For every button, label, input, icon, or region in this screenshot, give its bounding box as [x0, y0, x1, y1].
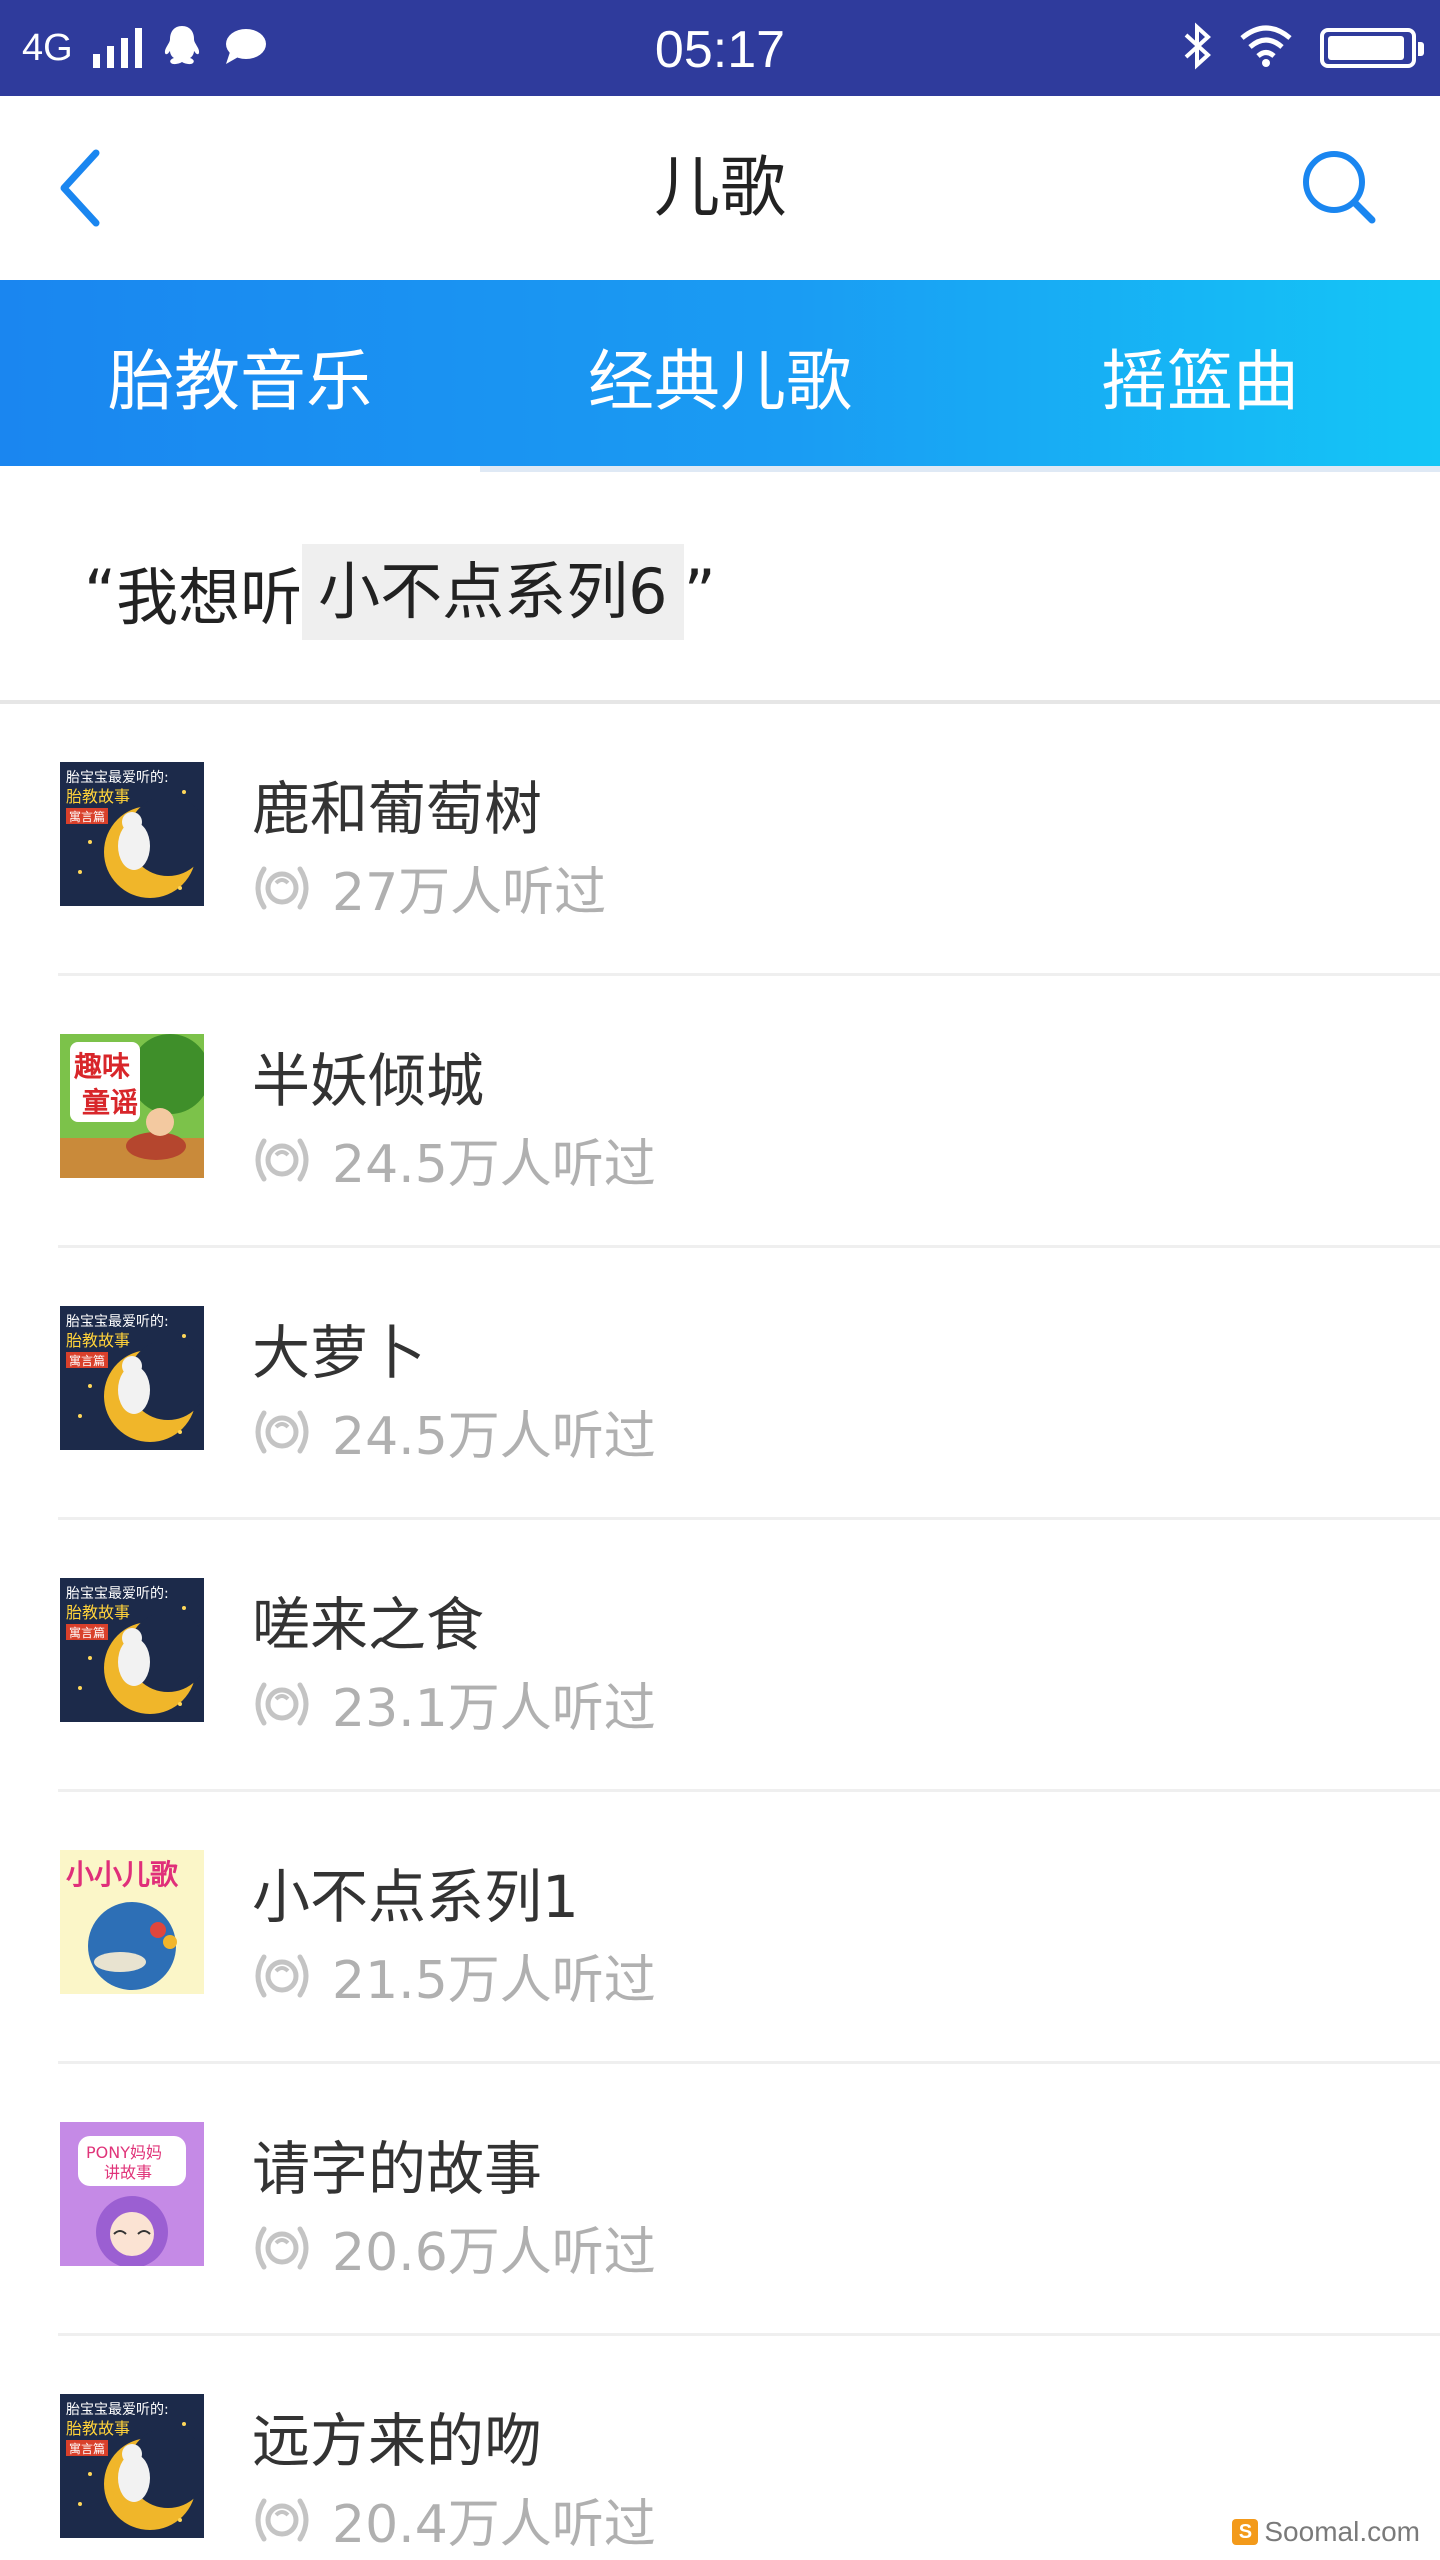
- play-count-label: 23.1万人听过: [332, 1679, 656, 1739]
- song-title: 小不点系列1: [252, 1863, 579, 1931]
- song-list-item[interactable]: 趣味 童谣 半妖倾城 24.5万人听过: [0, 976, 1440, 1248]
- soomal-logo-icon: S: [1232, 2519, 1259, 2545]
- play-count: 20.4万人听过: [250, 2482, 656, 2557]
- cover-text-line2: 讲故事: [104, 2163, 152, 2182]
- hint-open-quote: “: [84, 555, 117, 629]
- play-count: 23.1万人听过: [250, 1666, 656, 1741]
- song-title: 远方来的吻: [252, 2407, 543, 2475]
- listen-count-icon: [255, 2498, 309, 2541]
- cover-text-tag: 寓言篇: [69, 2441, 105, 2456]
- song-cover-image: 胎宝宝最爱听的: 胎教故事 寓言篇: [60, 1578, 204, 1722]
- category-tabs: 胎教音乐 经典儿歌 摇篮曲: [0, 280, 1440, 472]
- cover-text-line1: PONY妈妈: [86, 2143, 162, 2162]
- listen-count-icon: [255, 1410, 309, 1453]
- tab-label: 胎教音乐: [108, 343, 372, 420]
- cover-text-line2: 胎教故事: [66, 1603, 130, 1622]
- play-count-label: 24.5万人听过: [332, 1135, 656, 1195]
- play-count-label: 20.6万人听过: [332, 2223, 656, 2283]
- status-right: [1182, 0, 1424, 96]
- hint-prefix: 我想听: [116, 561, 303, 634]
- app-header: 儿歌: [0, 96, 1440, 280]
- song-list-item[interactable]: 胎宝宝最爱听的: 胎教故事 寓言篇 鹿和葡萄树 27万人听过: [0, 704, 1440, 976]
- play-count-label: 20.4万人听过: [332, 2495, 656, 2555]
- song-list-item[interactable]: 胎宝宝最爱听的: 胎教故事 寓言篇 嗟来之食 23.1万人听过: [0, 1520, 1440, 1792]
- play-count-label: 27万人听过: [332, 863, 607, 923]
- watermark-text: Soomal.com: [1264, 2516, 1420, 2547]
- song-cover-image: PONY妈妈 讲故事: [60, 2122, 204, 2266]
- page-title: 儿歌: [654, 149, 786, 226]
- cover-text-line2: 胎教故事: [66, 2419, 130, 2438]
- hint-text: “ 我想听 小不点系列6 ”: [84, 544, 716, 640]
- cover-text-line1: 小小儿歌: [66, 1858, 179, 1891]
- cover-text-line1: 趣味: [74, 1050, 130, 1083]
- song-title: 鹿和葡萄树: [252, 775, 543, 843]
- song-title: 半妖倾城: [252, 1047, 485, 1115]
- listen-count-icon: [255, 1682, 309, 1725]
- play-count: 27万人听过: [250, 850, 606, 925]
- bluetooth-icon: [1182, 21, 1212, 75]
- song-title: 大萝卜: [252, 1319, 427, 1387]
- play-count-label: 24.5万人听过: [332, 1407, 656, 1467]
- song-title: 请字的故事: [252, 2135, 543, 2203]
- song-list: 胎宝宝最爱听的: 胎教故事 寓言篇 鹿和葡萄树 27万人听过 趣味 童谣 半妖倾…: [0, 704, 1440, 2560]
- play-count: 24.5万人听过: [250, 1122, 656, 1197]
- listen-count-icon: [255, 2226, 309, 2269]
- cover-text-line1: 胎宝宝最爱听的:: [66, 1314, 169, 1330]
- listen-count-icon: [255, 1954, 309, 1997]
- song-list-item[interactable]: 胎宝宝最爱听的: 胎教故事 寓言篇 大萝卜 24.5万人听过: [0, 1248, 1440, 1520]
- song-list-item[interactable]: PONY妈妈 讲故事 请字的故事 20.6万人听过: [0, 2064, 1440, 2336]
- hint-close-quote: ”: [683, 555, 716, 629]
- listen-count-icon: [255, 1138, 309, 1181]
- song-cover-image: 趣味 童谣: [60, 1034, 204, 1178]
- voice-command-hint: “ 我想听 小不点系列6 ”: [0, 472, 1440, 704]
- cover-text-line2: 胎教故事: [66, 787, 130, 806]
- tab-lullaby[interactable]: 摇篮曲: [960, 280, 1440, 472]
- song-title: 嗟来之食: [252, 1591, 485, 1659]
- tab-label: 摇篮曲: [1101, 343, 1299, 420]
- status-bar: 4G 05:17: [0, 0, 1440, 96]
- song-list-item[interactable]: 小小儿歌 小不点系列1 21.5万人听过: [0, 1792, 1440, 2064]
- song-cover-image: 胎宝宝最爱听的: 胎教故事 寓言篇: [60, 762, 204, 906]
- play-count: 24.5万人听过: [250, 1394, 656, 1469]
- tab-prenatal-music[interactable]: 胎教音乐: [0, 280, 480, 472]
- wifi-icon: [1238, 24, 1294, 72]
- song-cover-image: 胎宝宝最爱听的: 胎教故事 寓言篇: [60, 2394, 204, 2538]
- tab-label: 经典儿歌: [588, 343, 852, 420]
- watermark: S Soomal.com: [1232, 2516, 1420, 2548]
- listen-count-icon: [255, 866, 309, 909]
- search-icon: [1303, 151, 1376, 224]
- cover-text-tag: 寓言篇: [69, 1353, 105, 1368]
- song-cover-image: 胎宝宝最爱听的: 胎教故事 寓言篇: [60, 1306, 204, 1450]
- cover-text-line2: 童谣: [82, 1086, 138, 1119]
- cover-text-line2: 胎教故事: [66, 1331, 130, 1350]
- cover-text-line1: 胎宝宝最爱听的:: [66, 770, 169, 786]
- search-button[interactable]: [1290, 138, 1390, 238]
- song-cover-image: 小小儿歌: [60, 1850, 204, 1994]
- cover-text-line1: 胎宝宝最爱听的:: [66, 2402, 169, 2418]
- cover-text-tag: 寓言篇: [69, 809, 105, 824]
- cover-text-tag: 寓言篇: [69, 1625, 105, 1640]
- song-list-item[interactable]: 胎宝宝最爱听的: 胎教故事 寓言篇 远方来的吻 20.4万人听过: [0, 2336, 1440, 2560]
- hint-highlight: 小不点系列6: [302, 544, 684, 640]
- battery-fill: [1328, 36, 1404, 60]
- play-count: 21.5万人听过: [250, 1938, 656, 2013]
- cover-text-line1: 胎宝宝最爱听的:: [66, 1586, 169, 1602]
- play-count-label: 21.5万人听过: [332, 1951, 656, 2011]
- tab-classic-songs[interactable]: 经典儿歌: [480, 280, 960, 472]
- play-count: 20.6万人听过: [250, 2210, 656, 2285]
- battery-icon: [1320, 28, 1424, 68]
